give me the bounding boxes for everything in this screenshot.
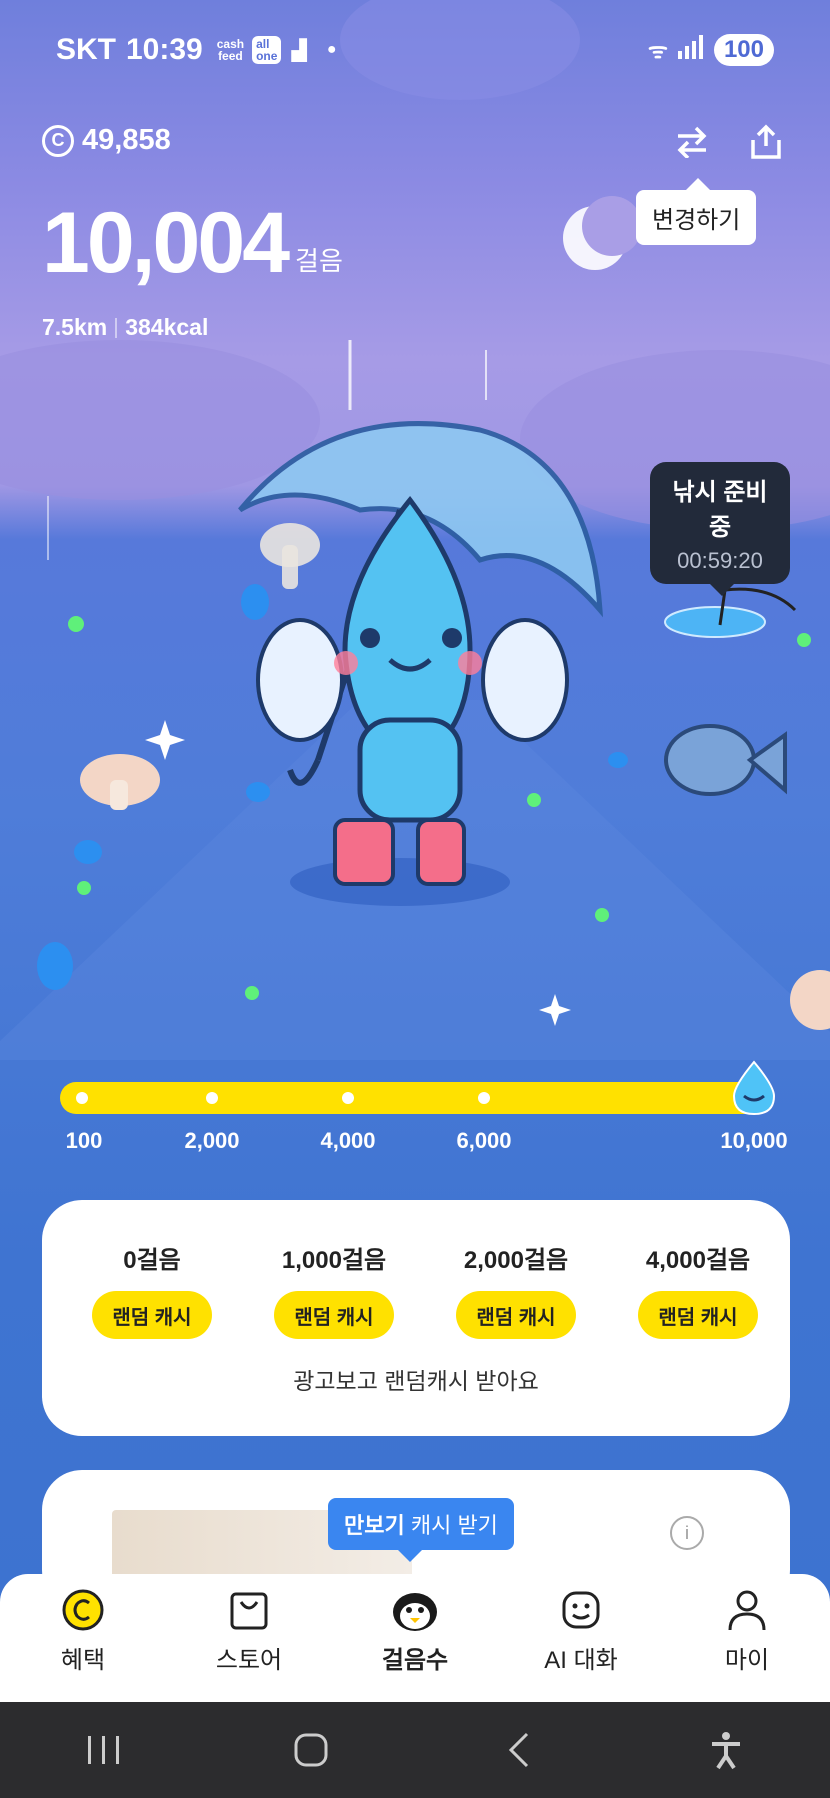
tooltip-bold-text: 만보기 [344,1513,405,1538]
reward-steps-label: 2,000걸음 [463,1247,569,1274]
tab-label: 스토어 [215,1647,283,1674]
coin-balance-value: 49,858 [82,124,171,156]
random-cash-button[interactable]: 랜덤 캐시 [274,1291,394,1339]
accessibility-icon[interactable] [706,1730,746,1770]
cashfeed-bottom-text: feed [218,49,243,63]
wifi-icon: ᯤ [647,38,668,63]
random-cash-card: 0걸음 랜덤 캐시 1,000걸음 랜덤 캐시 2,000걸음 랜덤 캐시 4,… [42,1200,790,1436]
tab-label: 걸음수 [381,1647,449,1674]
reward-item: 4,000걸음 랜덤 캐시 [628,1240,768,1339]
tab-label: AI 대화 [544,1647,618,1674]
cashfeed-icon: cash feed [217,38,244,62]
dot-icon: ● [326,41,337,58]
calories-value: 384kcal [125,314,209,340]
step-count-value: 10,004 [42,195,290,291]
tab-my[interactable]: 마이 [664,1574,830,1702]
step-count: 10,004 걸음 [42,200,343,286]
progress-label: 4,000 [320,1128,376,1153]
reward-steps-label: 4,000걸음 [645,1247,751,1274]
change-tooltip[interactable]: 변경하기 [636,178,757,245]
coin-icon [62,1589,104,1631]
random-cash-button[interactable]: 랜덤 캐시 [92,1291,212,1339]
progress-milestone-dot [478,1092,490,1104]
random-cash-button[interactable]: 랜덤 캐시 [456,1291,576,1339]
reward-item: 0걸음 랜덤 캐시 [82,1240,222,1339]
back-icon[interactable] [499,1730,539,1770]
reward-steps-label: 0걸음 [123,1247,181,1274]
allinone-icon: all one [252,36,282,64]
share-icon [751,124,781,159]
card-footer-text: 광고보고 랜덤캐시 받아요 [293,1368,539,1394]
walk-scene: SKT 10:39 cash feed all one ▟ ● ᯤ 100 C … [0,0,830,1580]
water-drop-icon [732,1060,776,1116]
divider [115,317,118,338]
progress-label: 100 [65,1128,103,1153]
tab-ai-chat[interactable]: AI 대화 [498,1574,664,1702]
swap-button[interactable] [666,116,718,168]
person-icon [728,1590,766,1631]
system-navigation-bar [0,1702,830,1798]
allinone-bottom-text: one [256,49,278,63]
progress-label: 2,000 [184,1128,240,1153]
bag-icon [230,1592,268,1630]
step-progress-bar [60,1060,776,1116]
step-count-unit: 걸음 [295,246,343,276]
fishing-status-bubble[interactable]: 낚시 준비중 00:59:20 [650,462,790,596]
bottom-tab-bar: 혜택 스토어 걸음수 AI 대화 마이 [0,1574,830,1702]
swap-icon [677,126,707,158]
progress-milestone-dot [76,1092,88,1104]
reward-item: 1,000걸음 랜덤 캐시 [264,1240,404,1339]
tooltip-text: 캐시 받기 [404,1513,498,1538]
carrier-label: SKT [56,33,116,66]
home-icon[interactable] [291,1730,331,1770]
tab-label: 마이 [724,1647,770,1674]
coin-icon: C [42,124,74,157]
progress-milestone-dot [206,1092,218,1104]
distance-value: 7.5km [42,314,108,340]
random-cash-button[interactable]: 랜덤 캐시 [638,1291,758,1339]
penguin-icon [393,1593,437,1631]
smile-icon [562,1591,600,1629]
tab-store[interactable]: 스토어 [166,1574,332,1702]
coin-balance[interactable]: C 49,858 [42,124,171,157]
pedometer-cash-tooltip[interactable]: 만보기 캐시 받기 [328,1498,514,1562]
progress-milestone-dot [342,1092,354,1104]
signal-icon [677,33,704,67]
status-bar: SKT 10:39 cash feed all one ▟ ● ᯤ 100 [56,30,774,70]
tab-benefits[interactable]: 혜택 [0,1574,166,1702]
fishing-title: 낚시 준비중 [672,479,768,541]
tab-label: 혜택 [60,1647,106,1674]
reward-steps-label: 1,000걸음 [281,1247,387,1274]
battery-indicator: 100 [713,34,774,66]
recent-apps-icon[interactable] [84,1732,124,1768]
info-icon[interactable]: i [670,1516,704,1550]
share-button[interactable] [740,116,792,168]
stairs-icon: ▟ [291,39,307,62]
distance-calories: 7.5km 384kcal [42,314,208,341]
fishing-timer: 00:59:20 [677,548,763,573]
tab-steps[interactable]: 걸음수 [332,1574,498,1702]
progress-label: 10,000 [720,1128,788,1153]
clock: 10:39 [126,33,203,66]
progress-label: 6,000 [456,1128,512,1153]
reward-item: 2,000걸음 랜덤 캐시 [446,1240,586,1339]
